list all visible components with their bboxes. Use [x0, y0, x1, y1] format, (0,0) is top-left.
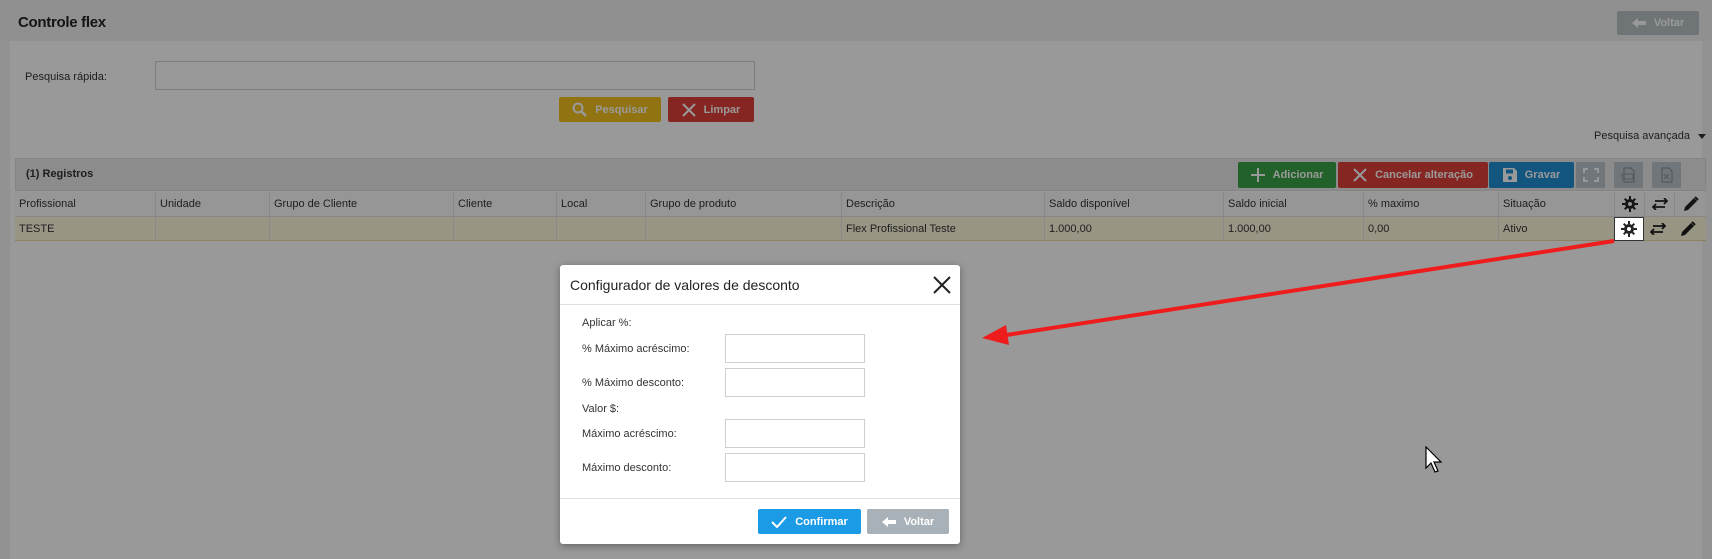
mouse-cursor-icon — [1425, 446, 1443, 473]
annotation-arrow — [982, 239, 1615, 345]
